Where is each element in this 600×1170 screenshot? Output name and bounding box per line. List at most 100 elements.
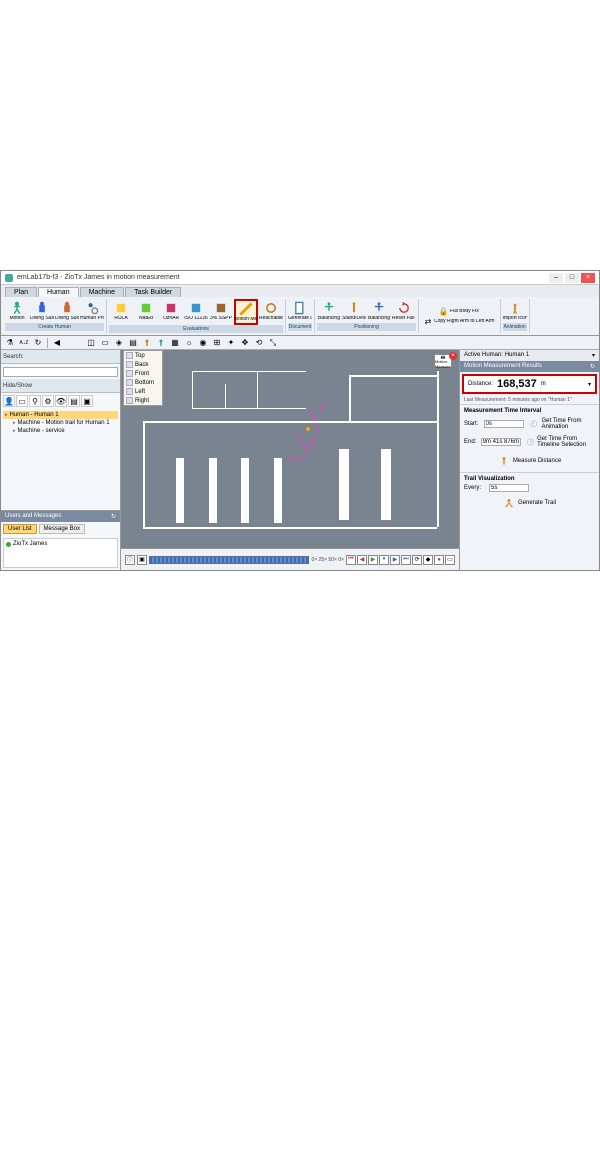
active-human-row: Active Human: Human 1 ▾ <box>460 350 599 361</box>
tool-rotate-icon[interactable]: ⟲ <box>253 337 265 349</box>
tl-start-icon[interactable]: ⏮ <box>346 555 356 565</box>
tl-rec-icon[interactable]: ● <box>434 555 444 565</box>
sspp-button[interactable]: 3% SSPP <box>209 299 233 325</box>
tool-filter-icon[interactable]: ⚗ <box>4 337 16 349</box>
tool-refresh-icon[interactable]: ↻ <box>32 337 44 349</box>
motion-measurement-button[interactable]: Motion Measurement <box>234 299 258 325</box>
right-panel: Active Human: Human 1 ▾ Motion Measureme… <box>459 350 599 570</box>
reachability-button[interactable]: Reachability Test <box>259 299 283 325</box>
every-input[interactable] <box>489 484 529 492</box>
tool-sort-az-icon[interactable]: A↓Z <box>18 337 30 349</box>
tool-person2-icon[interactable] <box>155 337 167 349</box>
tool-view1-icon[interactable]: ▭ <box>99 337 111 349</box>
generate-trail-button[interactable]: Generate Trail <box>464 495 595 511</box>
tl-info-icon[interactable]: ⓘ <box>125 555 135 565</box>
view-top[interactable]: Top <box>124 351 162 360</box>
balancing-button[interactable]: Balancing <box>317 299 341 323</box>
tl-cam-icon[interactable]: ▣ <box>137 555 147 565</box>
tl-key-icon[interactable]: ◆ <box>423 555 433 565</box>
tab-task-builder[interactable]: Task Builder <box>125 287 181 297</box>
maximize-button[interactable]: □ <box>565 273 579 283</box>
tool-grid-icon[interactable]: ▦ <box>169 337 181 349</box>
tool-light-icon[interactable]: ☼ <box>183 337 195 349</box>
chevron-down-icon[interactable]: ▾ <box>588 381 591 388</box>
motion-button[interactable]: Motion <box>5 299 29 323</box>
dropdown-icon[interactable]: ▾ <box>592 352 595 359</box>
filter-eye-icon[interactable]: 👁 <box>55 395 67 407</box>
tool-snap-icon[interactable]: ⊞ <box>211 337 223 349</box>
view-right[interactable]: Right <box>124 396 162 405</box>
tab-user-list[interactable]: User List <box>3 524 37 534</box>
tool-move-icon[interactable]: ✥ <box>239 337 251 349</box>
tool-axis-icon[interactable]: ✦ <box>225 337 237 349</box>
tool-person-icon[interactable] <box>141 337 153 349</box>
view-left[interactable]: Left <box>124 387 162 396</box>
start-input[interactable] <box>484 420 524 428</box>
stand-descend-button[interactable]: Stand/Descend <box>342 299 366 323</box>
tree-item-trail[interactable]: Machine - Motion trail for Human 1 <box>3 419 118 427</box>
tl-play-icon[interactable]: ▶ <box>368 555 378 565</box>
timeline-track[interactable] <box>149 556 309 564</box>
object-tree[interactable]: Human - Human 1 Machine - Motion trail f… <box>1 409 120 510</box>
tool-arrow-left-icon[interactable]: ◀ <box>51 337 63 349</box>
tab-human[interactable]: Human <box>38 287 79 297</box>
tl-pause-icon[interactable]: ⏸ <box>379 555 389 565</box>
close-button[interactable]: × <box>581 273 595 283</box>
get-time-selection-button[interactable]: 🕒 Get Time From Timeline Selection <box>524 434 595 450</box>
tl-end-icon[interactable]: ⏭ <box>401 555 411 565</box>
tree-item-service[interactable]: Machine - service <box>3 427 118 435</box>
full-body-fix-button[interactable]: 🔒Full Body Fix <box>437 306 482 316</box>
human-properties-button[interactable]: Human Properties <box>80 299 104 323</box>
oznar-button[interactable]: OznAR <box>159 299 183 325</box>
tl-next-icon[interactable]: ▶ <box>390 555 400 565</box>
panel-refresh-icon[interactable]: ↻ <box>590 363 595 370</box>
tree-item-human[interactable]: Human - Human 1 <box>3 411 118 419</box>
import-animation-button[interactable]: Import Iconic Animation <box>503 299 527 323</box>
nated-button[interactable]: NatEd <box>134 299 158 325</box>
tl-settings-icon[interactable]: ▭ <box>445 555 455 565</box>
camera-close-icon[interactable]: × <box>449 352 457 360</box>
last-measurement-note: Last Measurement: 5 minutes ago on "Huma… <box>460 396 599 404</box>
reset-full-body-button[interactable]: Reset Full Body <box>392 299 416 323</box>
tl-prev-icon[interactable]: ◀ <box>357 555 367 565</box>
diving-suit-2-button[interactable]: Diving Suit <box>55 299 79 323</box>
search-input[interactable] <box>3 367 118 377</box>
filter-cam-icon[interactable]: ▣ <box>81 395 93 407</box>
refresh-icon[interactable]: ↻ <box>111 513 116 520</box>
tool-scale-icon[interactable]: ⤡ <box>267 337 279 349</box>
balancing-2-button[interactable]: Balancing <box>367 299 391 323</box>
filter-gear-icon[interactable]: ⚙ <box>42 395 54 407</box>
tool-color-icon[interactable]: ◉ <box>197 337 209 349</box>
generate-document-button[interactable]: Generate Document <box>288 299 312 323</box>
view-back[interactable]: Back <box>124 360 162 369</box>
distance-row: Distance: 168,537 m ▾ <box>462 374 597 394</box>
copy-arm-button[interactable]: ⇄Copy Right Arm to Left Arm <box>421 316 498 326</box>
filter-doc-icon[interactable]: ▤ <box>68 395 80 407</box>
user-row[interactable]: ZioTx James <box>6 541 115 547</box>
tool-view2-icon[interactable]: ◈ <box>113 337 125 349</box>
tab-message-box[interactable]: Message Box <box>39 524 85 534</box>
window-controls: – □ × <box>549 273 595 283</box>
doc-icon <box>293 301 307 315</box>
filter-person-icon[interactable]: 👤 <box>3 395 15 407</box>
diving-suit-button[interactable]: Diving Suit <box>30 299 54 323</box>
tool-view3-icon[interactable]: ▤ <box>127 337 139 349</box>
rula-button[interactable]: RULA <box>109 299 133 325</box>
minimize-button[interactable]: – <box>549 273 563 283</box>
tab-plan[interactable]: Plan <box>5 287 37 297</box>
end-input[interactable] <box>481 438 521 446</box>
tl-loop-icon[interactable]: ⟳ <box>412 555 422 565</box>
view-bottom[interactable]: Bottom <box>124 378 162 387</box>
diver2-icon <box>60 301 74 315</box>
timeline-info: 0× 25× 50× 0× <box>311 557 344 563</box>
viewport-3d[interactable]: Top Back Front Bottom Left Right × 📷 Mot… <box>121 350 459 548</box>
tool-cube-icon[interactable]: ◫ <box>85 337 97 349</box>
filter-pin-icon[interactable]: ⚲ <box>29 395 41 407</box>
tab-machine[interactable]: Machine <box>80 287 124 297</box>
filter-box-icon[interactable]: ▭ <box>16 395 28 407</box>
measure-distance-button[interactable]: Measure Distance <box>464 453 595 469</box>
get-time-anim-button[interactable]: 🕘 Get Time From Animation <box>527 416 595 432</box>
ribbon-group-positioning: Balancing Stand/Descend Balancing Reset … <box>315 299 419 333</box>
iso-button[interactable]: ISO 11226 <box>184 299 208 325</box>
view-front[interactable]: Front <box>124 369 162 378</box>
